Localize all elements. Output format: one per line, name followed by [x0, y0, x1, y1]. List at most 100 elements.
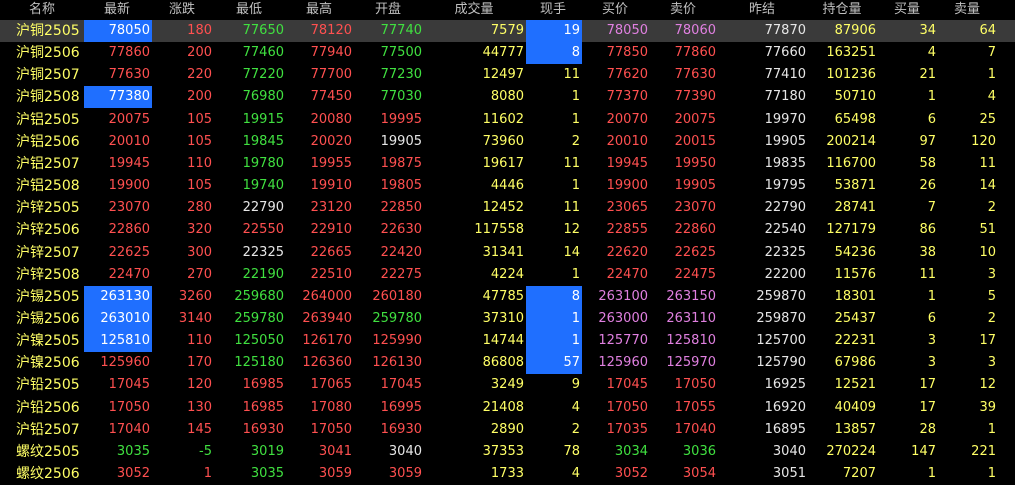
cell-name: 螺纹2506	[16, 466, 80, 482]
cell-prev-settle: 22200	[764, 266, 806, 282]
cell-last: 3035	[116, 443, 150, 459]
cell-bid-qty: 3	[927, 355, 936, 371]
table-row[interactable]: 螺纹2506 3052 1 3035 3059 3059 1733 4 3052 3054 3051…	[0, 463, 1015, 485]
table-row[interactable]: 沪锌2507 22625 300 22325 22665 22420 31341 14 2262…	[0, 242, 1015, 264]
cell-low: 19915	[242, 111, 284, 127]
cell-bid: 20010	[606, 133, 648, 149]
cell-ask-qty: 4	[987, 89, 996, 105]
col-header-bid-qty[interactable]: 买量	[878, 0, 938, 20]
cell-prev-settle: 259870	[756, 310, 806, 326]
cell-bid: 19945	[606, 155, 648, 171]
cell-open-interest: 127179	[826, 222, 876, 238]
cell-now-volume: 1	[526, 330, 582, 353]
cell-change: 3260	[178, 288, 212, 304]
cell-prev-settle: 3040	[772, 443, 806, 459]
cell-open-interest: 270224	[826, 443, 876, 459]
cell-bid-qty: 4	[927, 45, 936, 61]
cell-open: 260180	[372, 288, 422, 304]
cell-last: 77380	[84, 86, 152, 109]
cell-bid: 3052	[614, 466, 648, 481]
cell-low: 259780	[234, 310, 284, 326]
cell-open-interest: 116700	[826, 155, 876, 171]
cell-volume: 4446	[490, 178, 524, 194]
table-row[interactable]: 沪铝2505 20075 105 19915 20080 19995 11602 1 20070…	[0, 109, 1015, 131]
col-header-open[interactable]: 开盘	[354, 0, 424, 20]
table-row[interactable]: 沪锌2505 23070 280 22790 23120 22850 12452 11 2306…	[0, 197, 1015, 219]
table-row[interactable]: 沪铜2505 78050 180 77650 78120 77740 7579 19 78050…	[0, 20, 1015, 42]
col-header-change[interactable]: 涨跌	[152, 0, 214, 20]
cell-ask: 78060	[674, 23, 716, 38]
table-row[interactable]: 沪锡2505 263130 3260 259680 264000 260180 47785 8…	[0, 285, 1015, 308]
table-row[interactable]: 沪铜2507 77630 220 77220 77700 77230 12497 11 7762…	[0, 64, 1015, 86]
cell-open: 16995	[380, 399, 422, 415]
cell-last: 78050	[84, 20, 152, 42]
cell-now-volume: 2	[571, 133, 580, 149]
cell-high: 3041	[318, 443, 352, 459]
cell-now-volume: 1	[571, 266, 580, 282]
cell-prev-settle: 125790	[756, 355, 806, 371]
table-row[interactable]: 沪镍2506 125960 170 125180 126360 126130 86808 57…	[0, 352, 1015, 375]
table-row[interactable]: 沪铝2508 19900 105 19740 19910 19805 4446 1 19900 1…	[0, 175, 1015, 197]
cell-ask-qty: 2	[987, 200, 996, 216]
col-header-high[interactable]: 最高	[286, 0, 354, 20]
cell-volume: 37310	[482, 310, 524, 326]
cell-now-volume: 9	[571, 377, 580, 393]
cell-last: 77860	[108, 45, 150, 61]
table-row[interactable]: 沪铝2506 20010 105 19845 20020 19905 73960 2 20010…	[0, 131, 1015, 153]
col-header-prev-settle[interactable]: 昨结	[718, 0, 808, 20]
col-header-ask-qty[interactable]: 卖量	[938, 0, 998, 20]
cell-now-volume: 2	[571, 421, 580, 437]
cell-ask-qty: 10	[979, 244, 996, 260]
table-row[interactable]: 沪锌2506 22860 320 22550 22910 22630 117558 12 228…	[0, 219, 1015, 241]
cell-last: 20010	[108, 133, 150, 149]
cell-ask: 125970	[666, 355, 716, 371]
cell-ask-qty: 1	[987, 67, 996, 83]
table-row[interactable]: 沪镍2505 125810 110 125050 126170 125990 14744 1 1…	[0, 330, 1015, 353]
table-row[interactable]: 沪铅2507 17040 145 16930 17050 16930 2890 2 17035 1…	[0, 419, 1015, 441]
cell-change: 105	[187, 133, 212, 149]
cell-bid-qty: 147	[911, 443, 936, 459]
cell-bid: 78050	[606, 23, 648, 38]
cell-prev-settle: 16895	[764, 421, 806, 437]
table-row[interactable]: 沪铝2507 19945 110 19780 19955 19875 19617 11 1994…	[0, 153, 1015, 175]
col-header-volume[interactable]: 成交量	[424, 0, 526, 20]
cell-ask-qty: 221	[971, 443, 996, 459]
cell-change: 320	[187, 222, 212, 238]
cell-volume: 73960	[482, 133, 524, 149]
table-row[interactable]: 沪铅2505 17045 120 16985 17065 17045 3249 9 17045 1…	[0, 374, 1015, 396]
cell-ask: 20015	[674, 133, 716, 149]
cell-bid-qty: 1	[927, 89, 936, 105]
cell-now-volume: 19	[526, 20, 582, 42]
cell-name: 螺纹2505	[16, 443, 80, 460]
cell-ask: 77860	[674, 45, 716, 61]
cell-high: 77700	[310, 67, 352, 83]
cell-high: 20020	[310, 133, 352, 149]
col-header-name[interactable]: 名称	[0, 0, 84, 20]
col-header-bid[interactable]: 买价	[582, 0, 650, 20]
cell-bid: 17045	[606, 377, 648, 393]
table-row[interactable]: 螺纹2505 3035 -5 3019 3041 3040 37353 78 3034 3036 3…	[0, 441, 1015, 463]
table-row[interactable]: 沪铅2506 17050 130 16985 17080 16995 21408 4 17050…	[0, 397, 1015, 419]
cell-ask-qty: 17	[979, 333, 996, 349]
cell-name: 沪锡2506	[16, 310, 80, 327]
cell-last: 22860	[108, 222, 150, 238]
cell-ask: 23070	[674, 200, 716, 216]
cell-open-interest: 40409	[834, 399, 876, 415]
cell-now-volume: 1	[571, 111, 580, 127]
col-header-low[interactable]: 最低	[214, 0, 286, 20]
table-row[interactable]: 沪铜2506 77860 200 77460 77940 77500 44777 8 77850…	[0, 42, 1015, 65]
cell-open-interest: 28741	[834, 200, 876, 216]
cell-name: 沪铜2508	[16, 89, 80, 106]
table-row[interactable]: 沪锌2508 22470 270 22190 22510 22275 4224 1 22470 2…	[0, 264, 1015, 286]
cell-open: 3040	[388, 443, 422, 459]
cell-bid-qty: 17	[919, 377, 936, 393]
col-header-last[interactable]: 最新	[84, 0, 152, 20]
cell-now-volume: 57	[526, 352, 582, 375]
table-row[interactable]: 沪锡2506 263010 3140 259780 263940 259780 37310 1…	[0, 307, 1015, 330]
cell-bid-qty: 34	[919, 23, 936, 38]
col-header-open-interest[interactable]: 持仓量	[808, 0, 878, 20]
table-row[interactable]: 沪铜2508 77380 200 76980 77450 77030 8080 1 77370 7…	[0, 86, 1015, 109]
cell-bid: 23065	[606, 200, 648, 216]
col-header-ask[interactable]: 卖价	[650, 0, 718, 20]
col-header-now-volume[interactable]: 现手	[526, 0, 582, 20]
